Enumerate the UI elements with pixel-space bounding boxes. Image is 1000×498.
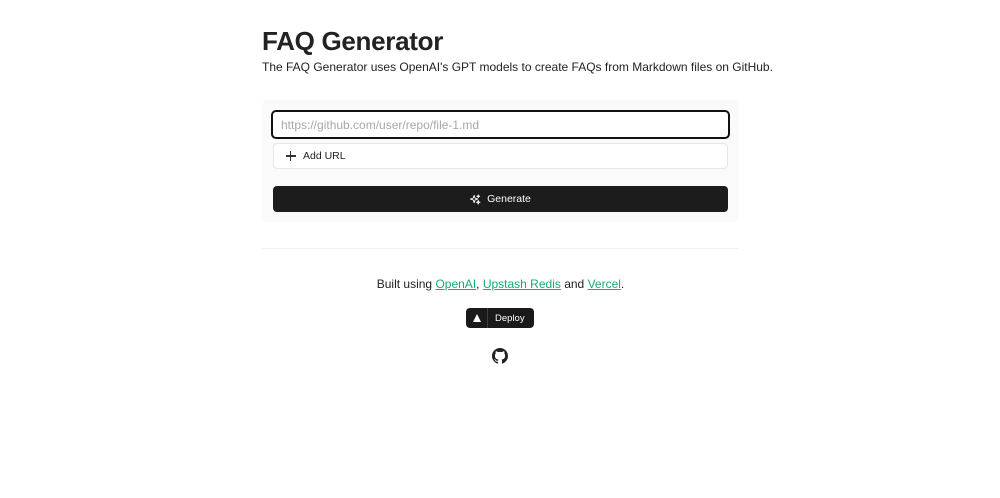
github-icon[interactable]	[492, 348, 508, 364]
page-description: The FAQ Generator uses OpenAI's GPT mode…	[262, 60, 773, 74]
divider	[262, 248, 739, 249]
credits-text: Built using OpenAI, Upstash Redis and Ve…	[262, 277, 739, 291]
vercel-link[interactable]: Vercel	[588, 277, 621, 291]
credits-prefix: Built using	[376, 277, 436, 291]
generate-button[interactable]: Generate	[273, 186, 728, 212]
plus-icon	[286, 151, 296, 161]
sparkles-icon	[470, 193, 481, 205]
url-form-panel: Add URL Generate	[262, 100, 739, 222]
credits-suffix: .	[620, 277, 625, 291]
deploy-button[interactable]: Deploy	[466, 308, 534, 328]
add-url-button[interactable]: Add URL	[273, 143, 728, 169]
add-url-label: Add URL	[303, 150, 346, 162]
vercel-triangle-icon	[466, 308, 488, 328]
page-title: FAQ Generator	[262, 26, 444, 56]
deploy-label: Deploy	[495, 312, 525, 324]
credits-sep-1: ,	[476, 277, 483, 291]
credits-sep-2: and	[560, 277, 588, 291]
url-input[interactable]	[271, 110, 730, 139]
openai-link[interactable]: OpenAI	[435, 277, 476, 291]
generate-label: Generate	[487, 193, 531, 205]
upstash-redis-link[interactable]: Upstash Redis	[483, 277, 561, 291]
